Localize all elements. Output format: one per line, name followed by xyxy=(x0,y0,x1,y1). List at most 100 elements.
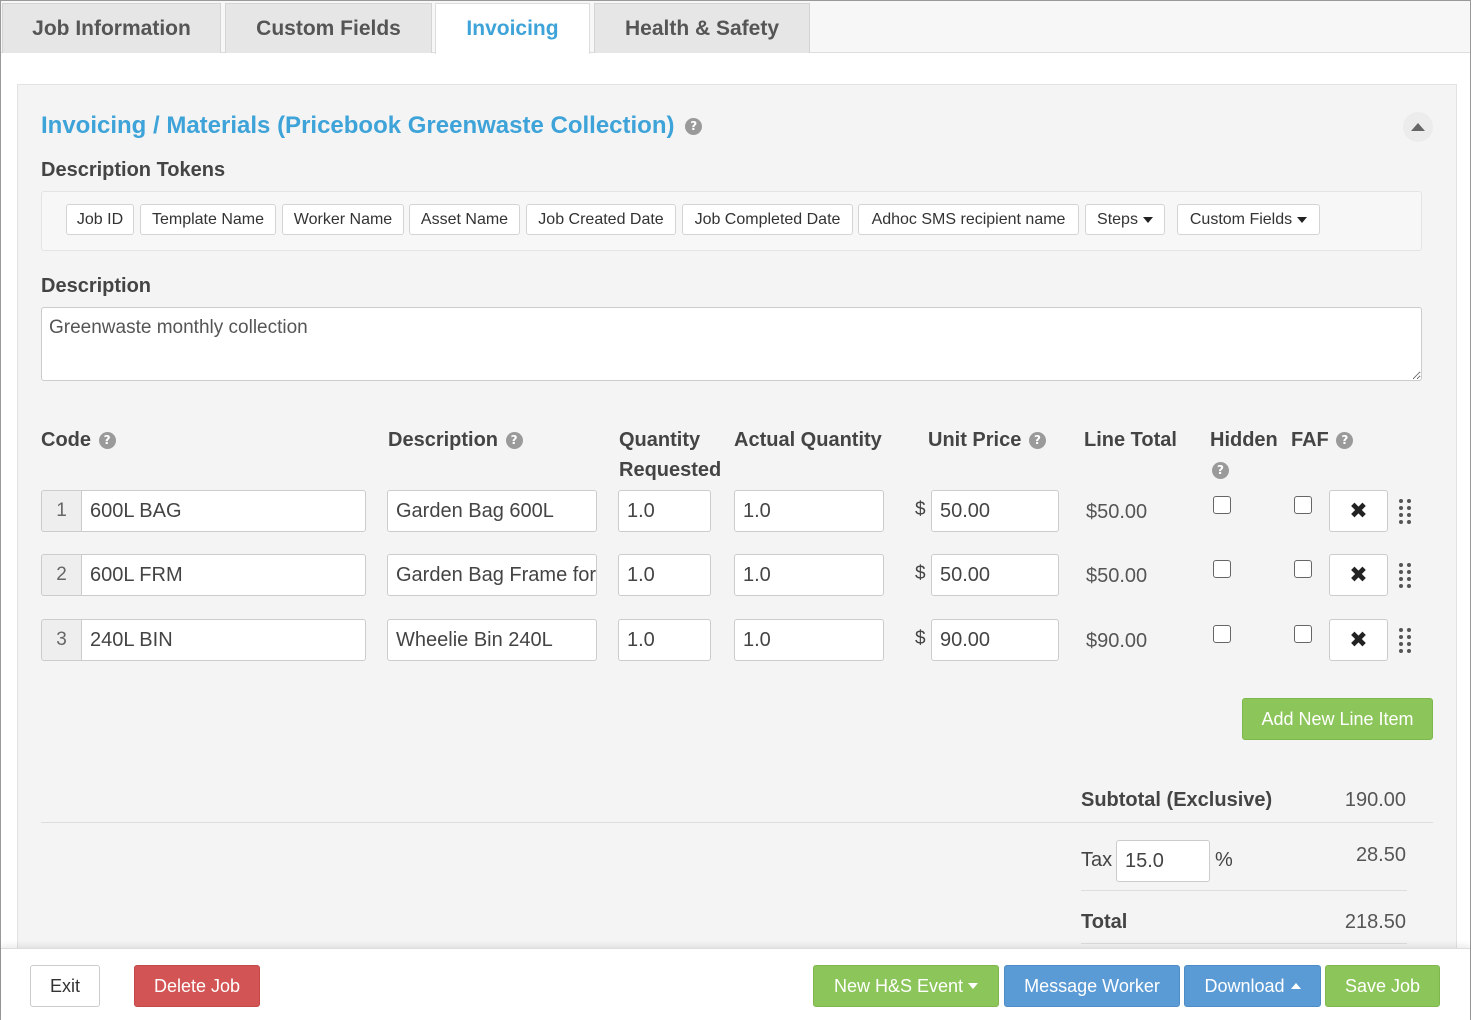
drag-handle-icon[interactable] xyxy=(1399,499,1413,524)
download-button[interactable]: Download xyxy=(1184,965,1321,1007)
actual-quantity-input[interactable]: 1.0 xyxy=(734,490,884,532)
column-header-unit-price-text: Unit Price xyxy=(928,429,1022,451)
save-job-button[interactable]: Save Job xyxy=(1325,965,1440,1007)
faf-checkbox[interactable] xyxy=(1294,496,1312,514)
total-value: 218.50 xyxy=(1344,911,1406,933)
caret-down-icon xyxy=(1142,216,1153,223)
help-icon[interactable]: ? xyxy=(685,118,703,136)
tax-rate-input[interactable]: 15.0 xyxy=(1116,840,1210,882)
caret-down-icon xyxy=(968,983,979,989)
message-worker-button[interactable]: Message Worker xyxy=(1004,965,1180,1007)
steps-dropdown-label: Steps xyxy=(1097,210,1138,228)
token-job-created-date[interactable]: Job Created Date xyxy=(526,204,676,235)
help-icon[interactable]: ? xyxy=(1028,432,1046,450)
quantity-requested-input[interactable]: 1.0 xyxy=(618,619,711,661)
description-textarea[interactable] xyxy=(41,307,1422,381)
actual-quantity-input[interactable]: 1.0 xyxy=(734,554,884,596)
line-description-input[interactable]: Garden Bag Frame for xyxy=(387,554,597,596)
close-icon: ✖ xyxy=(1349,562,1368,587)
unit-price-input[interactable]: 50.00 xyxy=(931,490,1059,532)
invoicing-panel: Invoicing / Materials (Pricebook Greenwa… xyxy=(17,84,1457,954)
delete-job-button[interactable]: Delete Job xyxy=(134,965,260,1007)
description-label: Description xyxy=(41,275,152,297)
help-icon[interactable]: ? xyxy=(98,432,116,450)
column-header-unit-price: Unit Price ? xyxy=(928,425,1046,455)
custom-fields-dropdown-label: Custom Fields xyxy=(1189,210,1293,228)
tab-custom-fields[interactable]: Custom Fields xyxy=(225,3,432,53)
subtotal-value: 190.00 xyxy=(1344,789,1406,811)
token-adhoc-sms-recipient[interactable]: Adhoc SMS recipient name xyxy=(858,204,1079,235)
row-number: 3 xyxy=(41,619,81,661)
token-job-completed-date[interactable]: Job Completed Date xyxy=(682,204,853,235)
column-header-description-text: Description xyxy=(388,429,499,451)
code-input[interactable]: 240L BIN xyxy=(81,619,366,661)
tab-health-safety[interactable]: Health & Safety xyxy=(594,3,810,53)
custom-fields-dropdown[interactable]: Custom Fields xyxy=(1177,204,1320,235)
drag-handle-icon[interactable] xyxy=(1399,628,1413,653)
section-title-text: Invoicing / Materials (Pricebook Greenwa… xyxy=(41,112,675,139)
token-job-id[interactable]: Job ID xyxy=(66,204,134,235)
line-total-value: $50.00 xyxy=(1086,565,1148,587)
footer-bar: Exit Delete Job New H&S Event Message Wo… xyxy=(1,948,1470,1020)
help-icon[interactable]: ? xyxy=(1336,432,1354,450)
token-template-name[interactable]: Template Name xyxy=(140,204,276,235)
subtotal-label: Subtotal (Exclusive) xyxy=(1081,789,1273,811)
hidden-checkbox[interactable] xyxy=(1213,496,1231,514)
currency-symbol: $ xyxy=(915,499,926,520)
faf-checkbox[interactable] xyxy=(1294,625,1312,643)
token-worker-name[interactable]: Worker Name xyxy=(282,204,404,235)
column-header-requested-text: Requested xyxy=(619,459,722,481)
help-icon[interactable]: ? xyxy=(1212,462,1229,480)
remove-line-button[interactable]: ✖ xyxy=(1329,554,1388,596)
column-header-hidden: Hidden ? xyxy=(1210,425,1278,485)
currency-symbol: $ xyxy=(915,563,926,584)
faf-checkbox[interactable] xyxy=(1294,560,1312,578)
drag-handle-icon[interactable] xyxy=(1399,563,1413,588)
line-total-value: $50.00 xyxy=(1086,501,1148,523)
column-header-line-total: Line Total xyxy=(1084,429,1177,451)
currency-symbol: $ xyxy=(915,628,926,649)
summary-divider xyxy=(41,822,1433,823)
column-header-description: Description ? xyxy=(388,425,523,455)
description-tokens-label: Description Tokens xyxy=(41,159,226,181)
column-header-code: Code ? xyxy=(41,425,116,455)
unit-price-input[interactable]: 90.00 xyxy=(931,619,1059,661)
hidden-checkbox[interactable] xyxy=(1213,625,1231,643)
remove-line-button[interactable]: ✖ xyxy=(1329,490,1388,532)
remove-line-button[interactable]: ✖ xyxy=(1329,619,1388,661)
hidden-checkbox[interactable] xyxy=(1213,560,1231,578)
steps-dropdown[interactable]: Steps xyxy=(1085,204,1165,235)
new-hs-event-button[interactable]: New H&S Event xyxy=(813,965,999,1007)
collapse-button[interactable] xyxy=(1403,112,1433,142)
actual-quantity-input[interactable]: 1.0 xyxy=(734,619,884,661)
tax-percent-symbol: % xyxy=(1215,849,1233,871)
help-icon[interactable]: ? xyxy=(505,432,523,450)
tab-invoicing[interactable]: Invoicing xyxy=(435,3,590,54)
job-editor-window: Job Information Custom Fields Invoicing … xyxy=(0,0,1471,1020)
token-asset-name[interactable]: Asset Name xyxy=(409,204,520,235)
column-header-faf: FAF ? xyxy=(1291,425,1354,455)
code-input[interactable]: 600L FRM xyxy=(81,554,366,596)
column-header-actual-quantity: Actual Quantity xyxy=(734,429,882,451)
tax-label: Tax xyxy=(1081,849,1113,871)
section-title: Invoicing / Materials (Pricebook Greenwa… xyxy=(41,112,703,140)
caret-down-icon xyxy=(1297,216,1308,223)
line-description-input[interactable]: Garden Bag 600L xyxy=(387,490,597,532)
quantity-requested-input[interactable]: 1.0 xyxy=(618,554,711,596)
tab-bar: Job Information Custom Fields Invoicing … xyxy=(1,1,1470,54)
quantity-requested-input[interactable]: 1.0 xyxy=(618,490,711,532)
tab-job-information[interactable]: Job Information xyxy=(2,3,221,53)
unit-price-input[interactable]: 50.00 xyxy=(931,554,1059,596)
exit-button[interactable]: Exit xyxy=(30,965,100,1007)
add-new-line-item-button[interactable]: Add New Line Item xyxy=(1242,698,1433,740)
column-header-faf-text: FAF xyxy=(1291,429,1329,451)
code-input[interactable]: 600L BAG xyxy=(81,490,366,532)
tokens-container: Job ID Template Name Worker Name Asset N… xyxy=(41,191,1422,251)
close-icon: ✖ xyxy=(1349,498,1368,523)
total-divider xyxy=(1081,943,1407,944)
column-header-hidden-text: Hidden xyxy=(1210,429,1278,451)
row-number: 1 xyxy=(41,490,81,532)
row-number: 2 xyxy=(41,554,81,596)
column-header-quantity-requested: Quantity Requested xyxy=(619,425,721,485)
line-description-input[interactable]: Wheelie Bin 240L xyxy=(387,619,597,661)
